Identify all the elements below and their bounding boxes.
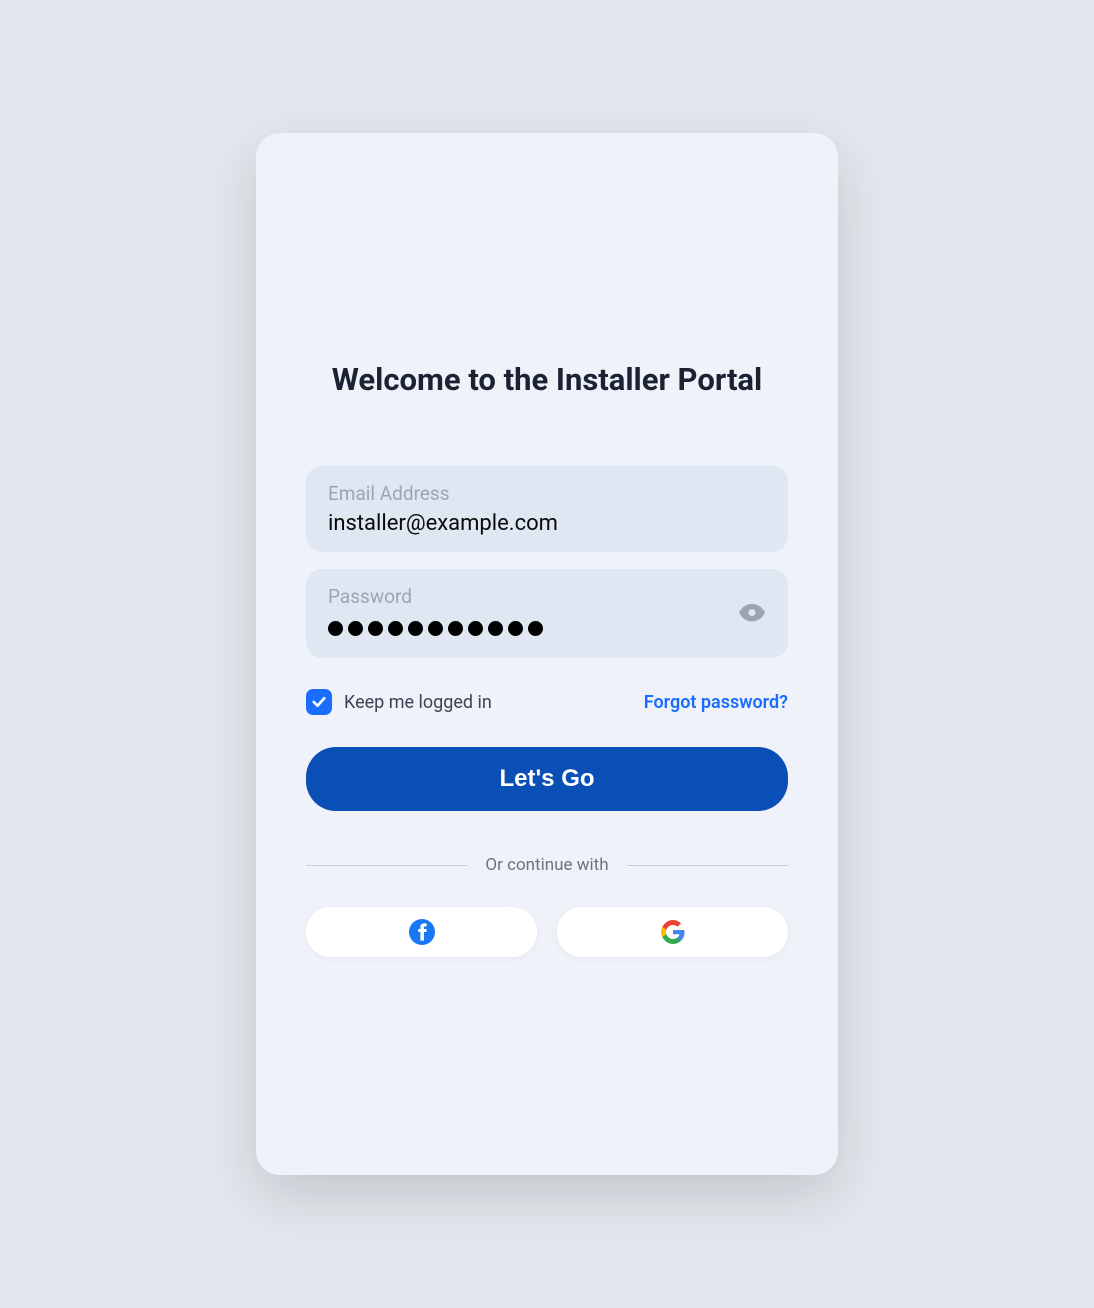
keep-logged-in-wrap: Keep me logged in bbox=[306, 689, 492, 715]
google-icon bbox=[661, 920, 685, 944]
facebook-login-button[interactable] bbox=[306, 907, 537, 957]
divider: Or continue with bbox=[306, 855, 788, 875]
keep-logged-in-checkbox[interactable] bbox=[306, 689, 332, 715]
forgot-password-link[interactable]: Forgot password? bbox=[644, 692, 788, 713]
options-row: Keep me logged in Forgot password? bbox=[306, 689, 788, 715]
email-field-container[interactable]: Email Address bbox=[306, 466, 788, 552]
email-input[interactable] bbox=[328, 511, 766, 536]
password-field-container[interactable]: Password bbox=[306, 569, 788, 658]
divider-line-right bbox=[627, 865, 788, 866]
submit-button[interactable]: Let's Go bbox=[306, 747, 788, 811]
page-title: Welcome to the Installer Portal bbox=[306, 361, 788, 398]
divider-line-left bbox=[306, 865, 467, 866]
facebook-icon bbox=[409, 919, 435, 945]
divider-text: Or continue with bbox=[485, 855, 608, 875]
password-label: Password bbox=[328, 585, 766, 608]
eye-icon[interactable] bbox=[738, 598, 766, 630]
social-buttons-row bbox=[306, 907, 788, 957]
checkmark-icon bbox=[310, 693, 328, 711]
password-input[interactable] bbox=[328, 614, 766, 642]
google-login-button[interactable] bbox=[557, 907, 788, 957]
keep-logged-in-label: Keep me logged in bbox=[344, 692, 492, 713]
login-card: Welcome to the Installer Portal Email Ad… bbox=[256, 133, 838, 1175]
email-label: Email Address bbox=[328, 482, 766, 505]
